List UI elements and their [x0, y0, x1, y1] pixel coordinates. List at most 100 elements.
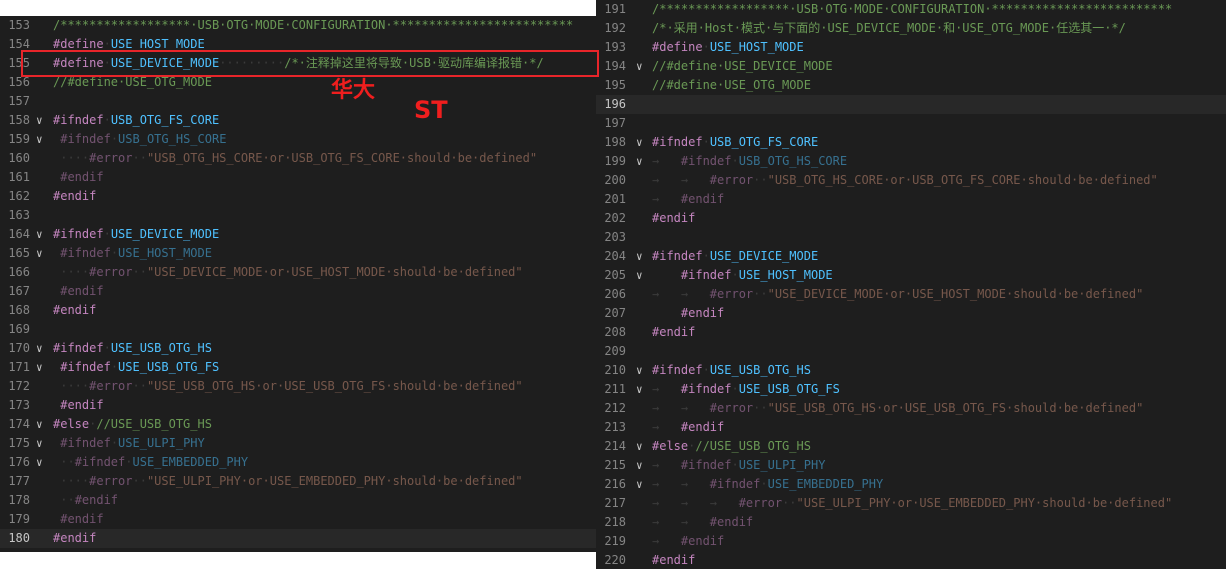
code-text: → #ifndef·USE_USB_OTG_FS — [652, 380, 840, 399]
code-token: USB_OTG_FS_CORE — [110, 113, 220, 127]
code-line[interactable]: 169 — [0, 320, 596, 339]
code-line[interactable]: 217 → → → #error··"USE_ULPI_PHY·or·USE_EM… — [596, 494, 1226, 513]
fold-chevron-icon[interactable]: ∨ — [636, 456, 643, 475]
code-line[interactable]: 196 — [596, 95, 1226, 114]
code-line[interactable]: 216 ∨ → → #ifndef·USE_EMBEDDED_PHY — [596, 475, 1226, 494]
code-line[interactable]: 170 ∨ #ifndef·USE_USB_OTG_HS — [0, 339, 596, 358]
fold-chevron-icon[interactable]: ∨ — [36, 453, 43, 472]
code-line[interactable]: 162 #endif — [0, 187, 596, 206]
code-line[interactable]: 213 → #endif — [596, 418, 1226, 437]
fold-chevron-icon[interactable]: ∨ — [636, 437, 643, 456]
fold-chevron-icon[interactable]: ∨ — [636, 380, 643, 399]
code-line[interactable]: 197 — [596, 114, 1226, 133]
code-line[interactable]: 205 ∨ #ifndef·USE_HOST_MODE — [596, 266, 1226, 285]
code-text: #endif — [53, 529, 96, 548]
code-line[interactable]: 173 #endif — [0, 396, 596, 415]
fold-chevron-icon[interactable]: ∨ — [36, 111, 43, 130]
code-token: #define — [53, 37, 104, 51]
code-line[interactable]: 214 ∨ #else·//USE_USB_OTG_HS — [596, 437, 1226, 456]
code-line[interactable]: 211 ∨ → #ifndef·USE_USB_OTG_FS — [596, 380, 1226, 399]
code-token: · — [110, 360, 119, 374]
code-line[interactable]: 218 → → #endif — [596, 513, 1226, 532]
code-token: USE_USB_OTG_FS — [738, 382, 840, 396]
left-code-editor[interactable]: 153 /******************·USB·OTG·MODE·CONF… — [0, 16, 596, 552]
code-line[interactable]: 198 ∨ #ifndef·USB_OTG_FS_CORE — [596, 133, 1226, 152]
fold-chevron-icon[interactable]: ∨ — [36, 434, 43, 453]
code-line[interactable]: 204 ∨ #ifndef·USE_DEVICE_MODE — [596, 247, 1226, 266]
code-line[interactable]: 201 → #endif — [596, 190, 1226, 209]
code-line[interactable]: 160 ····#error··"USB_OTG_HS_CORE·or·USB_… — [0, 149, 596, 168]
code-token: · — [702, 135, 710, 149]
code-line[interactable]: 203 — [596, 228, 1226, 247]
fold-chevron-icon[interactable]: ∨ — [636, 133, 643, 152]
code-line[interactable]: 180 #endif — [0, 529, 596, 548]
line-number: 165 — [8, 246, 30, 260]
code-line[interactable]: 212 → → #error··"USE_USB_OTG_HS·or·USE_US… — [596, 399, 1226, 418]
fold-chevron-icon[interactable]: ∨ — [36, 130, 43, 149]
code-line[interactable]: 172 ····#error··"USE_USB_OTG_HS·or·USE_U… — [0, 377, 596, 396]
code-token: #endif — [680, 534, 725, 548]
code-line[interactable]: 175 ∨ #ifndef·USE_ULPI_PHY — [0, 434, 596, 453]
code-line[interactable]: 199 ∨ → #ifndef·USB_OTG_HS_CORE — [596, 152, 1226, 171]
code-line[interactable]: 194 ∨ //#define·USE_DEVICE_MODE — [596, 57, 1226, 76]
code-line[interactable]: 178 ··#endif — [0, 491, 596, 510]
code-line[interactable]: 202 #endif — [596, 209, 1226, 228]
code-line[interactable]: 163 — [0, 206, 596, 225]
code-text: #else·//USE_USB_OTG_HS — [652, 437, 811, 456]
code-text: → → #error··"USB_OTG_HS_CORE·or·USB_OTG_… — [652, 171, 1158, 190]
code-line[interactable]: 158 ∨ #ifndef·USB_OTG_FS_CORE — [0, 111, 596, 130]
line-number: 175 — [8, 436, 30, 450]
code-token: #endif — [652, 211, 696, 225]
fold-chevron-icon[interactable]: ∨ — [36, 244, 43, 263]
line-number: 197 — [604, 116, 626, 130]
code-line[interactable]: 161 #endif — [0, 168, 596, 187]
code-line[interactable]: 164 ∨ #ifndef·USE_DEVICE_MODE — [0, 225, 596, 244]
code-line[interactable]: 215 ∨ → #ifndef·USE_ULPI_PHY — [596, 456, 1226, 475]
code-line[interactable]: 195 //#define·USE_OTG_MODE — [596, 76, 1226, 95]
code-line[interactable]: 153 /******************·USB·OTG·MODE·CONF… — [0, 16, 596, 35]
code-line[interactable]: 219 → #endif — [596, 532, 1226, 551]
fold-chevron-icon[interactable]: ∨ — [36, 339, 43, 358]
code-line[interactable]: 177 ····#error··"USE_ULPI_PHY·or·USE_EMB… — [0, 472, 596, 491]
fold-chevron-icon[interactable]: ∨ — [36, 225, 43, 244]
code-line[interactable]: 200 → → #error··"USB_OTG_HS_CORE·or·USB_O… — [596, 171, 1226, 190]
fold-chevron-icon[interactable]: ∨ — [636, 152, 643, 171]
code-token: USE_HOST_MODE — [738, 268, 833, 282]
code-token: · — [760, 477, 768, 491]
fold-chevron-icon[interactable]: ∨ — [636, 475, 643, 494]
code-line[interactable]: 191 /******************·USB·OTG·MODE·CONF… — [596, 0, 1226, 19]
fold-chevron-icon[interactable]: ∨ — [36, 358, 43, 377]
code-line[interactable]: 179 #endif — [0, 510, 596, 529]
code-line[interactable]: 168 #endif — [0, 301, 596, 320]
code-line[interactable]: 193 #define·USE_HOST_MODE — [596, 38, 1226, 57]
code-line[interactable]: 159 ∨ #ifndef·USB_OTG_HS_CORE — [0, 130, 596, 149]
code-line[interactable]: 157 — [0, 92, 596, 111]
code-token: #error — [709, 173, 754, 187]
code-line[interactable]: 209 — [596, 342, 1226, 361]
code-line[interactable]: 176 ∨ ··#ifndef·USE_EMBEDDED_PHY — [0, 453, 596, 472]
code-line[interactable]: 206 → → #error··"USE_DEVICE_MODE·or·USE_H… — [596, 285, 1226, 304]
fold-chevron-icon[interactable]: ∨ — [36, 415, 43, 434]
fold-chevron-icon[interactable]: ∨ — [636, 266, 643, 285]
fold-chevron-icon[interactable]: ∨ — [636, 57, 643, 76]
fold-chevron-icon[interactable]: ∨ — [636, 247, 643, 266]
code-text: #ifndef·USE_USB_OTG_HS — [652, 361, 811, 380]
code-line[interactable]: 192 /*·采用·Host·模式·与下面的·USE_DEVICE_MODE·和·… — [596, 19, 1226, 38]
code-line[interactable]: 167 #endif — [0, 282, 596, 301]
line-number: 199 — [604, 154, 626, 168]
code-line[interactable]: 166 ····#error··"USE_DEVICE_MODE·or·USE_… — [0, 263, 596, 282]
code-line[interactable]: 207 #endif — [596, 304, 1226, 323]
code-line[interactable]: 171 ∨ #ifndef·USE_USB_OTG_FS — [0, 358, 596, 377]
fold-chevron-icon[interactable]: ∨ — [636, 361, 643, 380]
code-token: "USE_ULPI_PHY·or·USE_EMBEDDED_PHY·should… — [796, 496, 1173, 510]
code-line[interactable]: 220 #endif — [596, 551, 1226, 569]
code-line[interactable]: 165 ∨ #ifndef·USE_HOST_MODE — [0, 244, 596, 263]
code-line[interactable]: 174 ∨ #else·//USE_USB_OTG_HS — [0, 415, 596, 434]
code-token: "USE_USB_OTG_HS·or·USE_USB_OTG_FS·should… — [767, 401, 1144, 415]
code-token: · — [125, 455, 133, 469]
code-line[interactable]: 210 ∨ #ifndef·USE_USB_OTG_HS — [596, 361, 1226, 380]
right-code-editor[interactable]: 191 /******************·USB·OTG·MODE·CONF… — [596, 0, 1226, 569]
code-line[interactable]: 208 #endif — [596, 323, 1226, 342]
code-token: USE_USB_OTG_HS — [110, 341, 212, 355]
